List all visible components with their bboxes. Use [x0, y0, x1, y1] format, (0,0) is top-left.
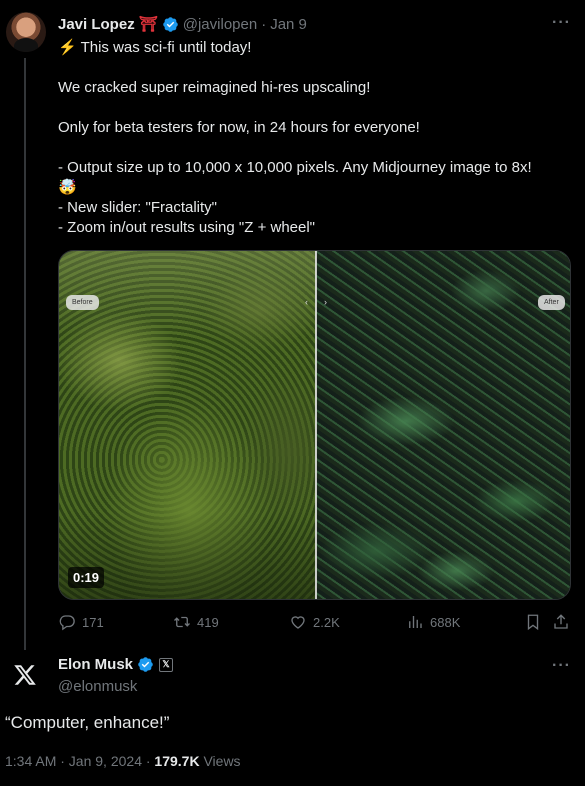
reply-author-handle[interactable]: @elonmusk — [58, 678, 137, 695]
before-label: Before — [66, 295, 99, 310]
reply-meta: 1:34 AM · Jan 9, 2024 · 179.7K Views — [5, 753, 241, 769]
heart-icon — [291, 616, 305, 629]
tweet-line: - Zoom in/out results using "Z + wheel" — [58, 219, 316, 236]
affiliation-badge-icon[interactable]: 𝕏 — [159, 657, 174, 672]
reply-author-name[interactable]: Elon Musk — [58, 656, 133, 673]
author-handle[interactable]: @javilopen — [183, 16, 257, 33]
after-image — [316, 251, 570, 599]
reply-timestamp[interactable]: 1:34 AM · Jan 9, 2024 · — [5, 753, 151, 769]
repost-count: 419 — [197, 614, 219, 630]
tweet-line: We cracked super reimagined hi-res upsca… — [58, 79, 371, 96]
views-button[interactable]: 688K — [406, 613, 460, 631]
slider-arrows-icon: ‹ › — [305, 297, 327, 307]
tweet-video[interactable]: ‹ › Before After 0:19 — [58, 250, 571, 600]
tweet-date[interactable]: Jan 9 — [270, 16, 307, 33]
like-count: 2.2K — [313, 614, 340, 630]
bookmark-button[interactable] — [524, 613, 542, 631]
repost-icon — [174, 616, 190, 628]
author-avatar[interactable] — [6, 12, 46, 52]
author-name[interactable]: Javi Lopez — [58, 16, 135, 33]
tweet-header: Javi Lopez ⛩ @javilopen · Jan 9 — [58, 15, 307, 34]
share-icon — [554, 614, 568, 629]
repost-button[interactable]: 419 — [173, 613, 219, 631]
reply-more-options-icon[interactable]: ··· — [552, 657, 571, 675]
thread-line — [24, 58, 26, 650]
tweet-actions: 171 419 2.2K 688K — [58, 613, 571, 633]
reply-views-label: Views — [203, 753, 241, 769]
video-duration: 0:19 — [68, 567, 105, 588]
reply-text: “Computer, enhance!” — [5, 713, 170, 732]
bookmark-icon — [527, 614, 539, 631]
after-label: After — [538, 295, 565, 310]
tweet-line: - Output size up to 10,000 x 10,000 pixe… — [58, 159, 532, 176]
tweet-line: - New slider: "Fractality" — [58, 199, 218, 216]
reply-icon — [59, 615, 75, 631]
tweet-line: 🤯 — [58, 179, 77, 196]
x-logo-icon[interactable] — [13, 663, 37, 687]
tweet-line: ⚡ This was sci-fi until today! — [58, 39, 252, 56]
verified-badge-icon — [138, 657, 153, 672]
share-button[interactable] — [552, 613, 570, 631]
reply-header: Elon Musk 𝕏 — [58, 656, 174, 673]
tweet-line: Only for beta testers for now, in 24 hou… — [58, 119, 420, 136]
tweet-body: ⚡ This was sci-fi until today! We cracke… — [58, 38, 573, 238]
reply-count: 171 — [82, 614, 104, 630]
views-count: 688K — [430, 614, 461, 630]
reply-button[interactable]: 171 — [58, 613, 104, 631]
reply-views-count: 179.7K — [154, 753, 200, 769]
author-emoji: ⛩ — [138, 16, 158, 33]
header-separator: · — [261, 15, 267, 33]
like-button[interactable]: 2.2K — [289, 613, 340, 631]
verified-badge-icon — [162, 16, 178, 32]
more-options-icon[interactable]: ··· — [552, 14, 571, 32]
analytics-icon — [409, 616, 422, 628]
